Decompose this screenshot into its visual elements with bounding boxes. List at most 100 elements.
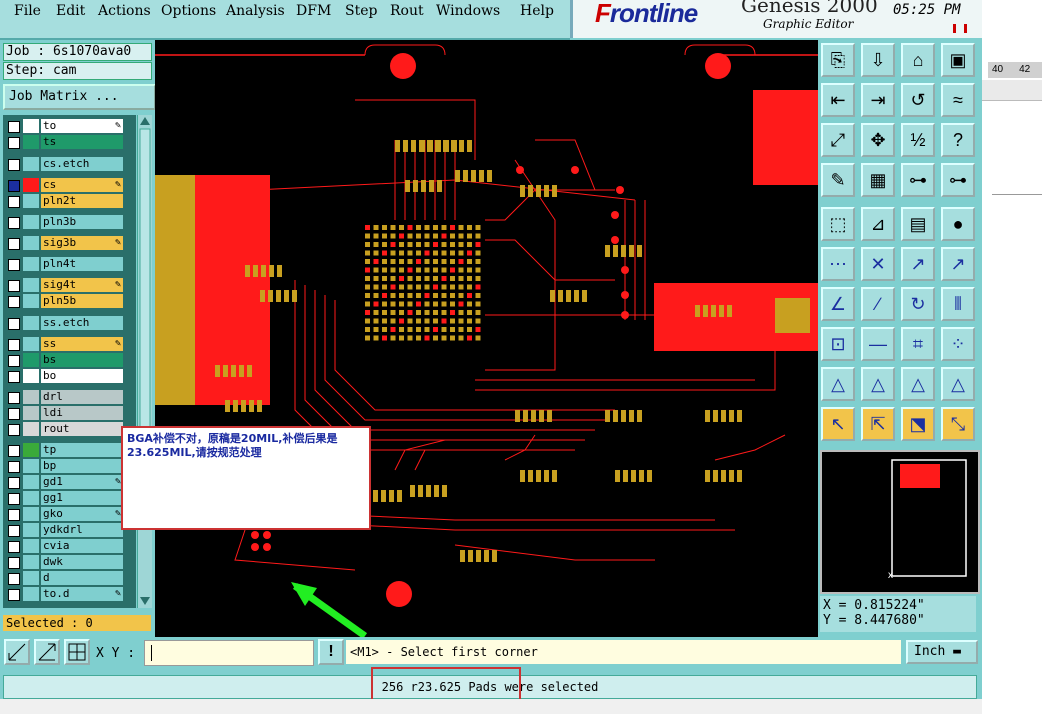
layer-name[interactable]: gko ✎ (41, 507, 123, 521)
layer-checkbox[interactable] (8, 573, 20, 585)
layer-row-rout[interactable]: rout (5, 422, 125, 436)
layer-checkbox[interactable] (8, 280, 20, 292)
layer-row-sig4t[interactable]: sig4t ✎ (5, 278, 125, 292)
layer-color-swatch[interactable] (23, 539, 39, 553)
tool-home-button[interactable]: ⌂ (901, 43, 935, 77)
layer-checkbox[interactable] (8, 509, 20, 521)
layer-color-swatch[interactable] (23, 278, 39, 292)
tool-graphic-layer-b-button[interactable]: ⊶ (941, 163, 975, 197)
layer-row-ldi[interactable]: ldi (5, 406, 125, 420)
tool-select-box-button[interactable]: ⇱ (861, 407, 895, 441)
layer-checkbox[interactable] (8, 159, 20, 171)
layer-checkbox[interactable] (8, 589, 20, 601)
layer-name[interactable]: d (41, 571, 123, 585)
layer-checkbox[interactable] (8, 339, 20, 351)
units-select[interactable]: Inch ▬ (906, 640, 978, 664)
tool-zoom-pan-button[interactable]: ✥ (861, 123, 895, 157)
layer-row-sig3b[interactable]: sig3b ✎ (5, 236, 125, 250)
layer-checkbox[interactable] (8, 180, 20, 192)
tool-zoom-fit-button[interactable]: ⤢ (821, 123, 855, 157)
zoom-out-button[interactable] (34, 639, 60, 665)
tool-grid-button[interactable]: ▦ (861, 163, 895, 197)
layer-checkbox[interactable] (8, 557, 20, 569)
layer-color-swatch[interactable] (23, 337, 39, 351)
layer-row-cvia[interactable]: cvia (5, 539, 125, 553)
layer-checkbox[interactable] (8, 121, 20, 133)
tool-measure-box-button[interactable]: ⌗ (901, 327, 935, 361)
tool-layout-button[interactable]: ▣ (941, 43, 975, 77)
tool-shape-a-button[interactable]: △ (821, 367, 855, 401)
layer-name[interactable]: pln4t (41, 257, 123, 271)
layer-name[interactable]: gg1 (41, 491, 123, 505)
layer-row-bp[interactable]: bp (5, 459, 125, 473)
layer-checkbox[interactable] (8, 493, 20, 505)
tool-arc-add-button[interactable]: ∠ (821, 287, 855, 321)
menu-analysis[interactable]: Analysis (226, 3, 285, 19)
layer-checkbox[interactable] (8, 371, 20, 383)
tool-snap-left-button[interactable]: ⇤ (821, 83, 855, 117)
layer-row-d[interactable]: d (5, 571, 125, 585)
layer-checkbox[interactable] (8, 461, 20, 473)
menu-step[interactable]: Step (345, 3, 377, 19)
layer-checkbox[interactable] (8, 196, 20, 208)
layer-row-pln5b[interactable]: pln5b (5, 294, 125, 308)
tool-ruler-button[interactable]: ▤ (901, 207, 935, 241)
layer-row-gd1[interactable]: gd1 ✎ (5, 475, 125, 489)
layer-scrollbar[interactable] (137, 115, 152, 608)
layer-checkbox[interactable] (8, 408, 20, 420)
layer-color-swatch[interactable] (23, 194, 39, 208)
layer-name[interactable]: ss.etch (41, 316, 123, 330)
xy-input[interactable] (144, 640, 314, 666)
menu-rout[interactable]: Rout (390, 3, 424, 19)
menu-edit[interactable]: Edit (56, 3, 85, 19)
layer-color-swatch[interactable] (23, 491, 39, 505)
tool-shape-c-button[interactable]: △ (901, 367, 935, 401)
layer-row-ts[interactable]: ts (5, 135, 125, 149)
layer-row-ss[interactable]: ss ✎ (5, 337, 125, 351)
tool-shape-b-button[interactable]: △ (861, 367, 895, 401)
layer-name[interactable]: gd1 ✎ (41, 475, 123, 489)
zoom-home-button[interactable] (64, 639, 90, 665)
layer-color-swatch[interactable] (23, 257, 39, 271)
tool-open-step-button[interactable]: ⎘ (821, 43, 855, 77)
layer-checkbox[interactable] (8, 477, 20, 489)
menu-help[interactable]: Help (520, 3, 554, 19)
layer-row-to[interactable]: to ✎ (5, 119, 125, 133)
layer-name[interactable]: to ✎ (41, 119, 123, 133)
layer-row-drl[interactable]: drl (5, 390, 125, 404)
layer-checkbox[interactable] (8, 217, 20, 229)
layer-name[interactable]: bp (41, 459, 123, 473)
menu-actions[interactable]: Actions (98, 3, 151, 19)
layer-color-swatch[interactable] (23, 294, 39, 308)
tool-zoom-box-button[interactable]: ⬚ (821, 207, 855, 241)
layer-name[interactable]: to.d ✎ (41, 587, 123, 601)
layer-color-swatch[interactable] (23, 571, 39, 585)
tool-mirror-button[interactable]: ⫴ (941, 287, 975, 321)
layer-row-pln3b[interactable]: pln3b (5, 215, 125, 229)
layer-row-to-d[interactable]: to.d ✎ (5, 587, 125, 601)
layer-name[interactable]: ts (41, 135, 123, 149)
layer-name[interactable]: bo (41, 369, 123, 383)
layer-name[interactable]: ldi (41, 406, 123, 420)
layer-name[interactable]: drl (41, 390, 123, 404)
zoom-in-button[interactable] (4, 639, 30, 665)
layer-color-swatch[interactable] (23, 390, 39, 404)
layer-name[interactable]: sig3b ✎ (41, 236, 123, 250)
layer-color-swatch[interactable] (23, 587, 39, 601)
layer-checkbox[interactable] (8, 137, 20, 149)
layer-color-swatch[interactable] (23, 475, 39, 489)
tool-save-button[interactable]: ⇩ (861, 43, 895, 77)
layer-color-swatch[interactable] (23, 316, 39, 330)
bang-button[interactable]: ! (318, 639, 344, 665)
layer-color-swatch[interactable] (23, 523, 39, 537)
layer-name[interactable]: cs.etch (41, 157, 123, 171)
layer-checkbox[interactable] (8, 296, 20, 308)
layer-color-swatch[interactable] (23, 178, 39, 192)
layer-name[interactable]: cs ✎ (41, 178, 123, 192)
tool-arc-cut-button[interactable]: ∕ (861, 287, 895, 321)
layer-row-dwk[interactable]: dwk (5, 555, 125, 569)
menu-file[interactable]: File (14, 3, 41, 19)
layer-name[interactable]: cvia (41, 539, 123, 553)
overview-map[interactable]: x (820, 450, 980, 594)
tool-point-add-button[interactable]: ↗ (941, 247, 975, 281)
